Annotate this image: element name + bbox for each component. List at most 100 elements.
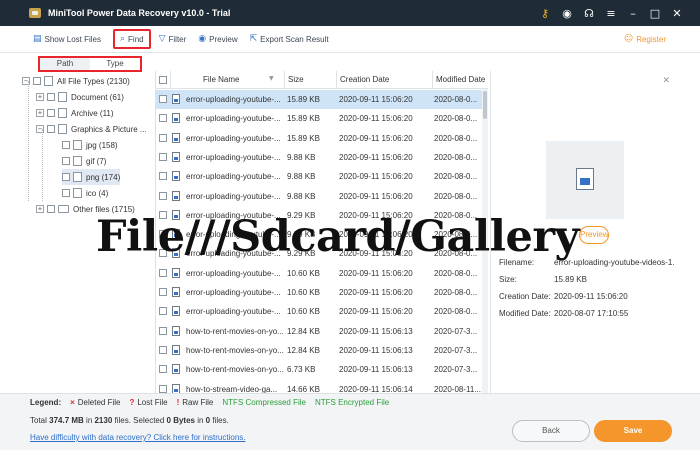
tree-item-checkbox[interactable] (62, 141, 70, 149)
row-checkbox[interactable] (159, 384, 167, 393)
cell-size: 12.84 KB (287, 345, 320, 355)
help-link[interactable]: Have difficulty with data recovery? Clic… (30, 433, 246, 442)
tree-item[interactable]: png (174) (62, 169, 121, 185)
cell-creation-date: 2020-09-11 15:06:20 (339, 152, 413, 162)
row-checkbox[interactable] (159, 288, 167, 296)
row-checkbox[interactable] (159, 133, 167, 142)
filter-button[interactable]: ▽ Filter (155, 29, 191, 49)
filter-label: Filter (168, 34, 187, 44)
tree-item[interactable]: − All File Types (2130) (22, 73, 130, 89)
image-file-icon (172, 344, 180, 355)
show-lost-files-button[interactable]: ▤ Show Lost Files (29, 29, 105, 49)
tree-item[interactable]: jpg (158) (62, 137, 118, 153)
row-checkbox[interactable] (159, 326, 167, 335)
tree-item[interactable]: + Archive (11) (36, 105, 114, 121)
column-modified-date[interactable]: Modified Date (432, 71, 488, 89)
row-checkbox[interactable] (159, 268, 167, 277)
size-value: 15.89 KB (554, 275, 587, 284)
tree-item-checkbox[interactable] (47, 93, 55, 101)
sort-arrow-icon: ▼ (269, 75, 274, 82)
expand-icon[interactable]: + (36, 205, 44, 213)
preview-button[interactable]: ◉ Preview (194, 29, 241, 49)
tree-item-checkbox[interactable] (33, 77, 41, 85)
column-creation-date[interactable]: Creation Date (336, 71, 432, 89)
legend-deleted-label: Deleted File (77, 397, 121, 407)
cell-modified-date: 2020-07-3... (434, 345, 478, 355)
total-prefix: Total (30, 416, 50, 425)
table-row[interactable]: error-uploading-youtube-... 15.89 KB 2020-… (156, 129, 488, 148)
tree-item-checkbox[interactable] (47, 125, 55, 133)
find-button[interactable]: ⌕ Find (112, 29, 151, 49)
tree-item[interactable]: gif (7) (62, 153, 106, 169)
cell-size: 9.88 KB (287, 191, 316, 201)
tree-item[interactable]: ico (4) (62, 185, 108, 201)
tree-item-checkbox[interactable] (47, 205, 55, 213)
cell-modified-date: 2020-07-3... (434, 365, 478, 375)
tree-item[interactable]: + Document (61) (36, 89, 124, 105)
disc-icon[interactable]: ◉ (558, 4, 576, 22)
row-checkbox[interactable] (159, 345, 167, 354)
menu-icon[interactable]: ≡ (602, 4, 620, 22)
tree-item-checkbox[interactable] (62, 173, 70, 181)
cell-creation-date: 2020-09-11 15:06:20 (339, 288, 413, 297)
cell-file-name: how-to-rent-movies-on-yo... (186, 365, 284, 375)
key-icon[interactable]: ⚷ (536, 4, 554, 22)
column-size[interactable]: Size (284, 71, 336, 89)
close-preview-icon[interactable]: ✕ (662, 76, 670, 86)
column-file-name[interactable]: File Name (170, 71, 284, 89)
save-button[interactable]: Save (594, 420, 672, 442)
expand-icon[interactable]: + (36, 109, 44, 117)
scrollbar-thumb[interactable] (483, 91, 487, 119)
row-checkbox[interactable] (159, 152, 167, 161)
image-file-icon (576, 168, 594, 190)
minimize-icon[interactable]: – (624, 4, 642, 22)
cell-size: 15.89 KB (287, 95, 320, 104)
tab-type[interactable]: Type (90, 58, 140, 70)
tree-item[interactable]: − Graphics & Picture ... (36, 121, 147, 137)
cell-modified-date: 2020-07-3... (434, 326, 478, 336)
cell-file-name: how-to-stream-video-ga... (186, 384, 278, 394)
table-row[interactable]: error-uploading-youtube-... 10.60 KB 2020-… (156, 283, 488, 302)
table-row[interactable]: error-uploading-youtube-... 10.60 KB 2020-… (156, 302, 488, 321)
maximize-icon[interactable]: □ (646, 4, 664, 22)
table-row[interactable]: error-uploading-youtube-... 9.88 KB 2020-0… (156, 187, 488, 206)
headset-icon[interactable]: ☊ (580, 4, 598, 22)
tab-path[interactable]: Path (40, 58, 90, 70)
image-file-icon (172, 287, 180, 297)
cell-creation-date: 2020-09-11 15:06:20 (339, 95, 413, 104)
tree-item-checkbox[interactable] (62, 157, 70, 165)
tree-item-checkbox[interactable] (47, 109, 55, 117)
table-row[interactable]: how-to-rent-movies-on-yo... 12.84 KB 2020-… (156, 322, 488, 341)
close-icon[interactable]: ✕ (668, 4, 686, 22)
table-row[interactable]: how-to-rent-movies-on-yo... 12.84 KB 2020-… (156, 341, 488, 360)
file-type-icon (73, 156, 82, 166)
table-row[interactable]: error-uploading-youtube-... 15.89 KB 2020-… (156, 109, 488, 128)
table-row[interactable]: error-uploading-youtube-... 9.88 KB 2020-0… (156, 148, 488, 167)
table-row[interactable]: error-uploading-youtube-... 9.88 KB 2020-0… (156, 167, 488, 186)
legend-raw: ! Raw File (177, 398, 214, 407)
cell-size: 10.60 KB (287, 288, 320, 297)
table-row[interactable]: error-uploading-youtube-... 15.89 KB 2020-… (156, 90, 488, 109)
cell-file-name: error-uploading-youtube-... (186, 152, 281, 162)
row-checkbox[interactable] (159, 95, 167, 103)
cell-size: 6.73 KB (287, 365, 316, 375)
expand-icon[interactable]: + (36, 93, 44, 101)
select-all-checkbox[interactable] (159, 76, 167, 84)
image-file-icon (172, 383, 180, 393)
image-file-icon (172, 306, 180, 317)
table-row[interactable]: how-to-rent-movies-on-yo... 6.73 KB 2020-0… (156, 360, 488, 379)
row-checkbox[interactable] (159, 307, 167, 316)
cell-file-name: error-uploading-youtube-... (186, 191, 281, 201)
tree-guide-line (28, 81, 29, 201)
row-checkbox[interactable] (159, 365, 167, 374)
row-checkbox[interactable] (159, 114, 167, 123)
tree-item-checkbox[interactable] (62, 189, 70, 197)
row-checkbox[interactable] (159, 191, 167, 200)
table-row[interactable]: how-to-stream-video-ga... 14.66 KB 2020-09… (156, 380, 488, 394)
file-type-icon (73, 140, 82, 150)
export-scan-result-button[interactable]: ⇱ Export Scan Result (246, 29, 333, 49)
cell-modified-date: 2020-08-0... (434, 95, 478, 104)
back-button[interactable]: Back (512, 420, 590, 442)
row-checkbox[interactable] (159, 172, 167, 181)
register-button[interactable]: ☺ Register (620, 29, 670, 49)
